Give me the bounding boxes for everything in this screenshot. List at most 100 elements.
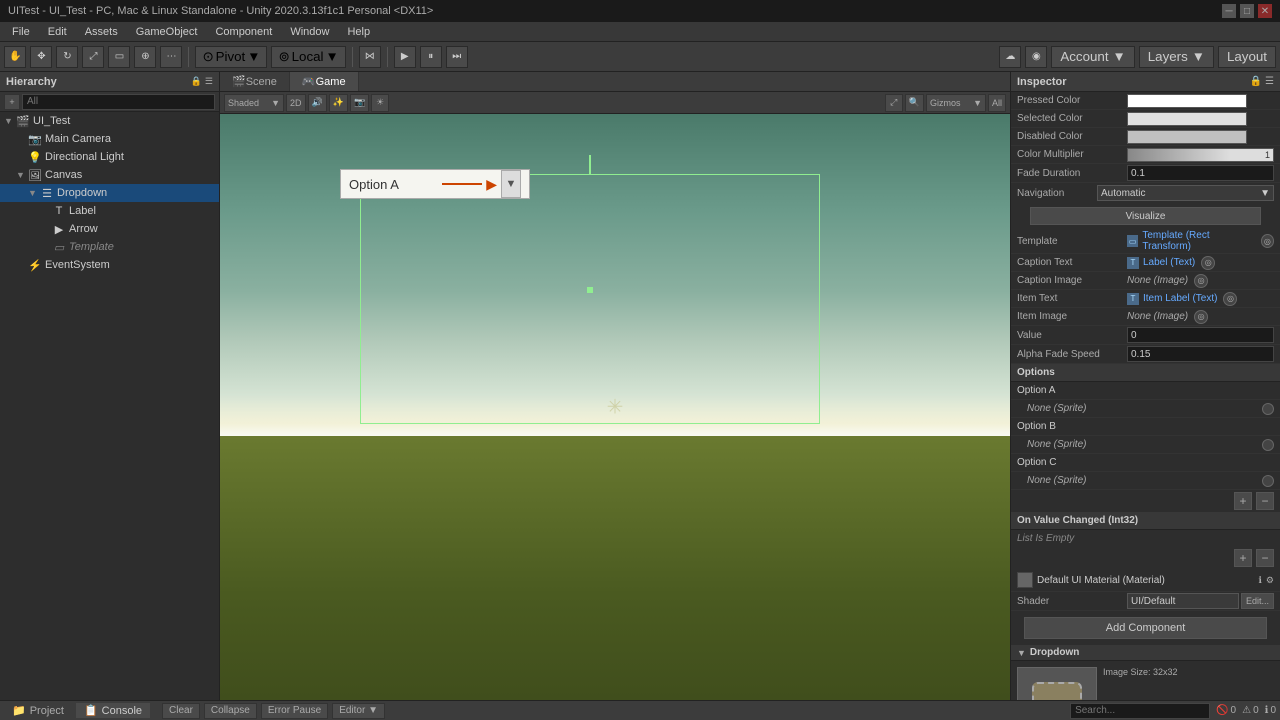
item-text-value[interactable]: T Item Label (Text) ◎ [1127, 292, 1274, 306]
transform-tool-button[interactable]: ⊕ [134, 46, 156, 68]
visualize-button[interactable]: Visualize [1030, 207, 1261, 225]
option-c-circle-button[interactable] [1262, 475, 1274, 487]
custom-tool-button[interactable]: ⋯ [160, 46, 182, 68]
selected-color-box[interactable] [1127, 112, 1247, 126]
fade-duration-value[interactable] [1127, 165, 1274, 181]
hierarchy-add-button[interactable]: + [4, 94, 20, 110]
template-circle-button[interactable]: ◎ [1261, 234, 1274, 248]
maximize-view-btn[interactable]: ⤢ [885, 94, 903, 112]
dropdown-ui-element[interactable]: Option A ▶ ▼ [340, 169, 530, 199]
alpha-fade-value[interactable] [1127, 346, 1274, 362]
inspector-menu-icon[interactable]: ☰ [1265, 76, 1274, 87]
pressed-color-box[interactable] [1127, 94, 1247, 108]
minimize-button[interactable]: ─ [1222, 4, 1236, 18]
dropdown-thumbnail[interactable]: Dropdown [1017, 667, 1097, 700]
error-pause-button[interactable]: Error Pause [261, 703, 328, 719]
hand-tool-button[interactable]: ✋ [4, 46, 26, 68]
options-add-button[interactable]: + [1234, 492, 1252, 510]
item-image-value[interactable]: None (Image) ◎ [1127, 310, 1274, 324]
window-controls[interactable]: ─ □ ✕ [1222, 4, 1272, 18]
menu-help[interactable]: Help [339, 24, 378, 40]
shader-dropdown[interactable]: UI/Default [1127, 593, 1239, 609]
caption-image-circle-button[interactable]: ◎ [1194, 274, 1208, 288]
option-a-circle-button[interactable] [1262, 403, 1274, 415]
scene-camera-btn[interactable]: 📷 [350, 94, 369, 112]
menu-gameobject[interactable]: GameObject [128, 24, 206, 40]
item-image-circle-button[interactable]: ◎ [1194, 310, 1208, 324]
caption-text-value[interactable]: T Label (Text) ◎ [1127, 256, 1274, 270]
layout-button[interactable]: Layout [1218, 46, 1276, 68]
editor-button[interactable]: Editor ▼ [332, 703, 385, 719]
caption-text-circle-button[interactable]: ◎ [1201, 256, 1215, 270]
tab-scene[interactable]: 🎬 Scene [220, 72, 290, 91]
options-remove-button[interactable]: − [1256, 492, 1274, 510]
selected-color-value[interactable] [1127, 112, 1274, 126]
play-button[interactable]: ▶ [394, 46, 416, 68]
rect-tool-button[interactable]: ▭ [108, 46, 130, 68]
on-value-changed-add-button[interactable]: + [1234, 549, 1252, 567]
lighting-btn[interactable]: ☀ [371, 94, 389, 112]
tab-console[interactable]: 📋 Console [76, 703, 150, 718]
move-tool-button[interactable]: ✥ [30, 46, 52, 68]
grid-snap-button[interactable]: ⋈ [359, 46, 381, 68]
hierarchy-item-uitest[interactable]: ▼ 🎬 UI_Test [0, 112, 219, 130]
maximize-button[interactable]: □ [1240, 4, 1254, 18]
menu-edit[interactable]: Edit [40, 24, 75, 40]
value-input[interactable] [1127, 327, 1274, 343]
on-value-changed-remove-button[interactable]: − [1256, 549, 1274, 567]
hierarchy-item-maincamera[interactable]: ▶ 📷 Main Camera [0, 130, 219, 148]
value-value[interactable] [1127, 327, 1274, 343]
hierarchy-lock-icon[interactable]: 🔒 [191, 76, 202, 87]
audio-toggle[interactable]: 🔊 [308, 94, 327, 112]
disabled-color-box[interactable] [1127, 130, 1247, 144]
menu-file[interactable]: File [4, 24, 38, 40]
rotate-tool-button[interactable]: ↻ [56, 46, 78, 68]
menu-window[interactable]: Window [282, 24, 337, 40]
all-label[interactable]: All [988, 94, 1006, 112]
gizmos-dropdown[interactable]: Gizmos ▼ [926, 94, 986, 112]
search-scene-btn[interactable]: 🔍 [905, 94, 924, 112]
pause-button[interactable]: ⏸ [420, 46, 442, 68]
fx-toggle[interactable]: ✨ [329, 94, 348, 112]
tab-project[interactable]: 📁 Project [4, 703, 72, 718]
template-value[interactable]: ▭ Template (Rect Transform) ◎ [1127, 230, 1274, 252]
add-component-button[interactable]: Add Component [1024, 617, 1266, 639]
clear-button[interactable]: Clear [162, 703, 200, 719]
services-button[interactable]: ◉ [1025, 46, 1047, 68]
dropdown-box[interactable]: Option A ▶ ▼ [340, 169, 530, 199]
inspector-content[interactable]: Pressed Color Selected Color Disabled Co… [1011, 92, 1280, 700]
hierarchy-item-canvas[interactable]: ▼ 🖼 Canvas [0, 166, 219, 184]
dropdown-chevron[interactable]: ▼ [501, 170, 521, 198]
hierarchy-item-arrow[interactable]: ▶ ▶ Arrow [0, 220, 219, 238]
edit-shader-button[interactable]: Edit... [1241, 593, 1274, 609]
menu-assets[interactable]: Assets [77, 24, 126, 40]
scale-tool-button[interactable]: ⤢ [82, 46, 104, 68]
dropdown-section-arrow-icon[interactable]: ▼ [1017, 648, 1026, 658]
hierarchy-item-dropdown[interactable]: ▼ ☰ Dropdown [0, 184, 219, 202]
material-settings-icon[interactable]: ⚙ [1266, 575, 1274, 586]
layers-button[interactable]: Layers ▼ [1139, 46, 1214, 68]
account-button[interactable]: Account ▼ [1051, 46, 1134, 68]
alpha-fade-input[interactable] [1127, 346, 1274, 362]
local-button[interactable]: ⊚ Local ▼ [271, 46, 345, 68]
caption-image-value[interactable]: None (Image) ◎ [1127, 274, 1274, 288]
hierarchy-item-eventsystem[interactable]: ▶ ⚡ EventSystem [0, 256, 219, 274]
navigation-dropdown[interactable]: Automatic ▼ [1097, 185, 1274, 201]
pivot-button[interactable]: ⊙ Pivot ▼ [195, 46, 267, 68]
hierarchy-search-input[interactable] [22, 94, 215, 110]
hierarchy-item-dirlight[interactable]: ▶ 💡 Directional Light [0, 148, 219, 166]
fade-duration-input[interactable] [1127, 165, 1274, 181]
disabled-color-value[interactable] [1127, 130, 1274, 144]
inspector-lock-icon[interactable]: 🔒 [1250, 76, 1262, 87]
close-button[interactable]: ✕ [1258, 4, 1272, 18]
pressed-color-value[interactable] [1127, 94, 1274, 108]
option-b-circle-button[interactable] [1262, 439, 1274, 451]
hierarchy-menu-icon[interactable]: ☰ [205, 76, 213, 87]
collab-button[interactable]: ☁ [999, 46, 1021, 68]
shading-dropdown[interactable]: Shaded ▼ [224, 94, 284, 112]
console-search-input[interactable] [1070, 703, 1210, 719]
info-icon[interactable]: ℹ [1259, 575, 1262, 586]
2d-toggle[interactable]: 2D [286, 94, 306, 112]
game-viewport[interactable]: Option A ▶ ▼ ✳ [220, 114, 1010, 700]
hierarchy-item-template[interactable]: ▶ ▭ Template [0, 238, 219, 256]
